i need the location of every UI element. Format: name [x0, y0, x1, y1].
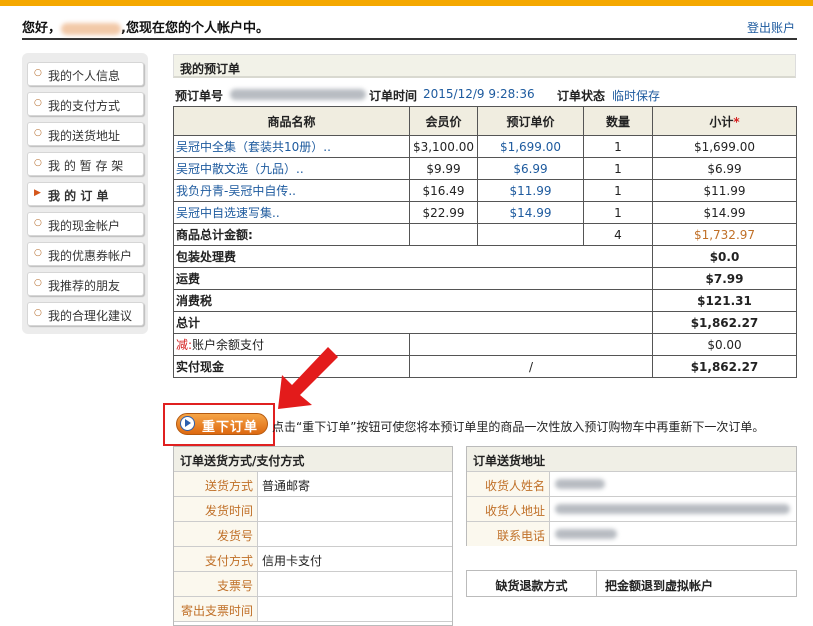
account-header: 您好， ,您现在您的个人帐户中。 登出账户 — [22, 12, 797, 40]
blurred-recipient-address — [555, 504, 790, 514]
order-items-table: 商品名称 会员价 预订单价 数量 小计* 吴冠中全集（套装共10册）.. $3,… — [173, 106, 797, 378]
list-item: 发货时间 — [174, 497, 452, 522]
red-arrow-icon — [278, 347, 338, 409]
circle-bullet-icon: ○ — [34, 218, 42, 228]
shipping-payment-panel: 订单送货方式/支付方式 送货方式 普通邮寄 发货时间 发货号 支付方式 信用卡支付 … — [173, 446, 453, 626]
shipping-panel-title: 订单送货方式/支付方式 — [174, 447, 452, 472]
sidebar-item-address[interactable]: ○ 我的送货地址 — [27, 122, 144, 146]
list-item: 支付方式 信用卡支付 — [174, 547, 452, 572]
account-sidebar: ○ 我的个人信息 ○ 我的支付方式 ○ 我的送货地址 ○ 我 的 暂 存 架 ▶ 我 的 … — [22, 53, 148, 334]
blurred-username — [61, 22, 122, 35]
list-item: 送货方式 普通邮寄 — [174, 472, 452, 497]
balance-deduct-row: 减:账户余额支付 $0.00 — [173, 333, 797, 356]
goods-total-row: 商品总计金额: 4 $1,732.97 — [173, 223, 797, 246]
circle-bullet-icon: ○ — [34, 128, 42, 138]
list-item: 收货人地址 — [467, 497, 796, 522]
circle-bullet-icon: ○ — [34, 308, 42, 318]
table-row: 我负丹青-吴冠中自传.. $16.49 $11.99 1 $11.99 — [173, 179, 797, 202]
product-link[interactable]: 吴冠中自选速写集.. — [176, 206, 280, 220]
logout-link[interactable]: 登出账户 — [747, 19, 795, 36]
sidebar-item-payment[interactable]: ○ 我的支付方式 — [27, 92, 144, 116]
circle-bullet-icon: ○ — [34, 278, 42, 288]
sidebar-item-profile[interactable]: ○ 我的个人信息 — [27, 62, 144, 86]
list-item: 收货人姓名 — [467, 472, 796, 497]
sidebar-item-cash-account[interactable]: ○ 我的现金帐户 — [27, 212, 144, 236]
shipping-fee-row: 运费 $7.99 — [173, 267, 797, 290]
table-header-row: 商品名称 会员价 预订单价 数量 小计* — [173, 106, 797, 136]
reorder-button[interactable]: 重下订单 — [176, 413, 268, 435]
order-number-label: 预订单号 — [175, 89, 224, 103]
refund-method-value: 把金额退到虚拟帐户 — [605, 579, 714, 593]
order-status-value: 临时保存 — [612, 89, 661, 103]
sidebar-item-referrals[interactable]: ○ 我推荐的朋友 — [27, 272, 144, 296]
col-header-member-price: 会员价 — [409, 106, 478, 136]
sidebar-item-saved-shelf[interactable]: ○ 我 的 暂 存 架 — [27, 152, 144, 176]
table-row: 吴冠中自选速写集.. $22.99 $14.99 1 $14.99 — [173, 201, 797, 224]
order-time-label: 订单时间 — [369, 89, 418, 103]
greeting: 您好， ,您现在您的个人帐户中。 — [22, 21, 269, 36]
table-row: 吴冠中散文选（九品）.. $9.99 $6.99 1 $6.99 — [173, 157, 797, 180]
list-item: 寄出支票时间 — [174, 597, 452, 622]
top-accent-bar — [0, 0, 813, 6]
list-item: 发货号 — [174, 522, 452, 547]
grand-total-row: 总计 $1,862.27 — [173, 311, 797, 334]
triangle-right-icon: ▶ — [34, 188, 41, 198]
order-section-title: 我的预订单 — [173, 54, 796, 78]
col-header-name: 商品名称 — [173, 106, 410, 136]
order-time-value: 2015/12/9 9:28:36 — [423, 87, 535, 101]
col-header-qty: 数量 — [583, 106, 653, 136]
order-status-label: 订单状态 — [557, 89, 606, 103]
play-circle-icon — [180, 416, 195, 431]
refund-method-box: 缺货退款方式 把金额退到虚拟帐户 — [466, 570, 797, 597]
product-link[interactable]: 吴冠中全集（套装共10册）.. — [176, 140, 331, 154]
sidebar-item-suggestions[interactable]: ○ 我的合理化建议 — [27, 302, 144, 326]
delivery-address-panel: 订单送货地址 收货人姓名 收货人地址 联系电话 — [466, 446, 797, 546]
circle-bullet-icon: ○ — [34, 158, 42, 168]
sidebar-item-orders[interactable]: ▶ 我 的 订 单 — [27, 182, 144, 206]
blurred-recipient-name — [555, 479, 605, 489]
address-panel-title: 订单送货地址 — [467, 447, 796, 472]
cash-paid-row: 实付现金 / $1,862.27 — [173, 355, 797, 378]
list-item: 联系电话 — [467, 522, 796, 547]
product-link[interactable]: 我负丹青-吴冠中自传.. — [176, 184, 296, 198]
blurred-phone — [555, 529, 617, 539]
tax-row: 消费税 $121.31 — [173, 289, 797, 312]
blurred-order-number — [230, 89, 366, 100]
product-link[interactable]: 吴冠中散文选（九品）.. — [176, 162, 304, 176]
circle-bullet-icon: ○ — [34, 68, 42, 78]
list-item: 支票号 — [174, 572, 452, 597]
col-header-subtotal: 小计* — [652, 106, 797, 136]
reorder-hint: 点击“重下订单”按钮可使您将本预订单里的商品一次性放入预订购物车中再重新下一次订… — [272, 420, 765, 434]
col-header-order-price: 预订单价 — [477, 106, 584, 136]
packing-fee-row: 包装处理费 $0.0 — [173, 245, 797, 268]
circle-bullet-icon: ○ — [34, 248, 42, 258]
table-row: 吴冠中全集（套装共10册）.. $3,100.00 $1,699.00 1 $1… — [173, 135, 797, 158]
circle-bullet-icon: ○ — [34, 98, 42, 108]
refund-method-label: 缺货退款方式 — [467, 571, 597, 596]
sidebar-item-coupons[interactable]: ○ 我的优惠券帐户 — [27, 242, 144, 266]
